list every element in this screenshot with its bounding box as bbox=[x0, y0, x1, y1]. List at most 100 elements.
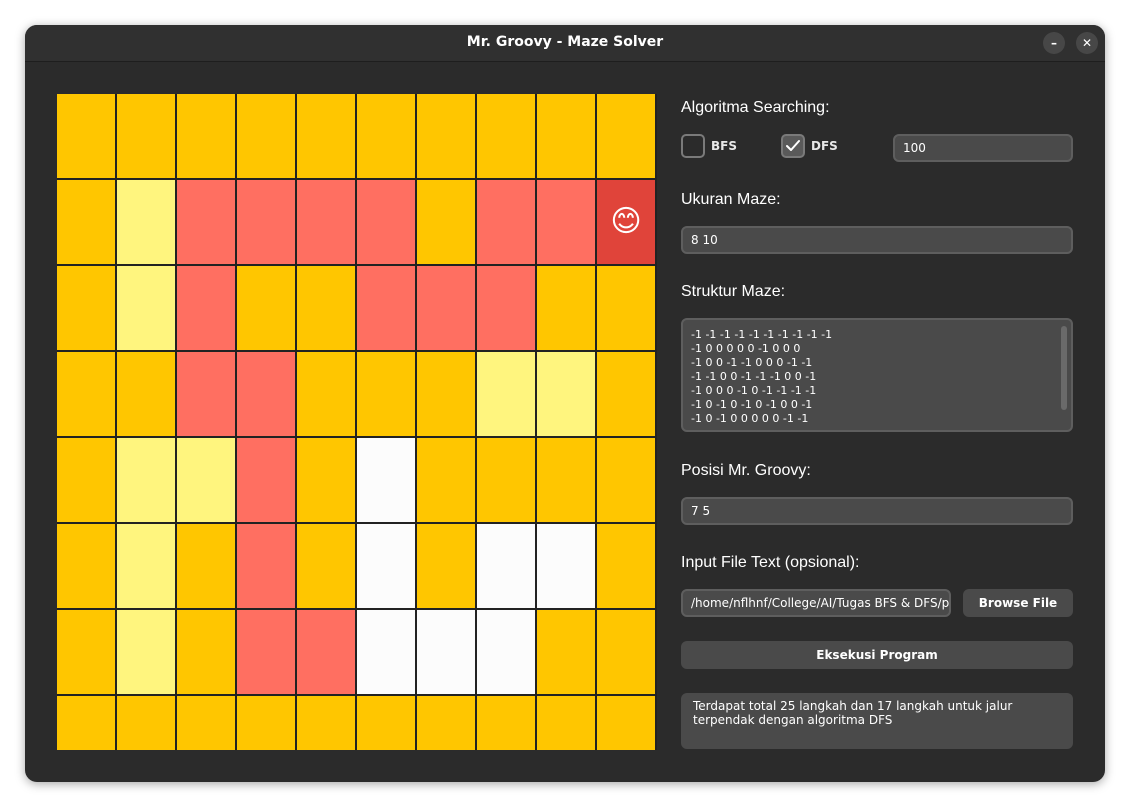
maze-cell-unvisited bbox=[57, 610, 115, 694]
maze-cell-unvisited bbox=[597, 266, 655, 350]
maze-cell-unvisited bbox=[357, 352, 415, 436]
maze-structure-textarea[interactable]: -1 -1 -1 -1 -1 -1 -1 -1 -1 -1 -1 0 0 0 0 … bbox=[681, 318, 1073, 432]
structure-line: -1 0 -1 0 -1 0 -1 0 0 -1 bbox=[691, 398, 813, 411]
maze-cell-path bbox=[237, 610, 295, 694]
dfs-label: DFS bbox=[811, 139, 838, 153]
maze-cell-unvisited bbox=[357, 94, 415, 178]
maze-cell-empty bbox=[417, 610, 475, 694]
minimize-icon: – bbox=[1051, 36, 1057, 50]
checkmark-icon bbox=[786, 140, 800, 151]
maze-cell-unvisited bbox=[237, 696, 295, 750]
close-button[interactable]: ✕ bbox=[1076, 32, 1098, 54]
maze-cell-path bbox=[417, 266, 475, 350]
maze-cell-unvisited bbox=[537, 266, 595, 350]
maze-size-input[interactable]: 8 10 bbox=[681, 226, 1073, 254]
bfs-label: BFS bbox=[711, 139, 737, 153]
maze-cell-empty bbox=[357, 610, 415, 694]
result-output: Terdapat total 25 langkah dan 17 langkah… bbox=[681, 693, 1073, 749]
maze-cell-visited bbox=[477, 352, 535, 436]
maze-cell-empty bbox=[357, 438, 415, 522]
maze-cell-empty bbox=[477, 524, 535, 608]
maze-cell-unvisited bbox=[417, 524, 475, 608]
structure-line: -1 0 0 0 0 0 -1 0 0 0 bbox=[691, 342, 801, 355]
maze-cell-path bbox=[237, 438, 295, 522]
maze-cell-unvisited bbox=[477, 94, 535, 178]
maze-cell-unvisited bbox=[597, 610, 655, 694]
maze-cell-visited bbox=[117, 266, 175, 350]
delay-input[interactable]: 100 bbox=[893, 134, 1073, 162]
maze-cell-path bbox=[297, 180, 355, 264]
title-bar: Mr. Groovy - Maze Solver – ✕ bbox=[25, 25, 1105, 62]
maze-cell-unvisited bbox=[57, 94, 115, 178]
maze-cell-unvisited bbox=[297, 438, 355, 522]
smiley-face-icon: 😊 bbox=[610, 204, 642, 239]
maze-cell-unvisited bbox=[117, 696, 175, 750]
maze-cell-path bbox=[537, 180, 595, 264]
maze-cell-unvisited bbox=[597, 524, 655, 608]
maze-cell-path bbox=[477, 180, 535, 264]
maze-cell-current: 😊 bbox=[597, 180, 655, 264]
maze-cell-unvisited bbox=[57, 180, 115, 264]
maze-cell-unvisited bbox=[537, 610, 595, 694]
maze-cell-unvisited bbox=[597, 438, 655, 522]
file-path-input[interactable]: /home/nflhnf/College/AI/Tugas BFS & DFS/… bbox=[681, 589, 951, 617]
maze-size-label: Ukuran Maze: bbox=[681, 191, 781, 208]
maze-cell-unvisited bbox=[417, 438, 475, 522]
maze-cell-unvisited bbox=[597, 696, 655, 750]
maze-cell-unvisited bbox=[297, 266, 355, 350]
maze-cell-unvisited bbox=[417, 696, 475, 750]
maze-structure-label: Struktur Maze: bbox=[681, 283, 786, 300]
maze-cell-visited bbox=[117, 610, 175, 694]
maze-cell-unvisited bbox=[117, 352, 175, 436]
maze-cell-unvisited bbox=[57, 266, 115, 350]
structure-line: -1 -1 0 0 -1 -1 -1 0 0 -1 bbox=[691, 370, 817, 383]
maze-cell-path bbox=[237, 524, 295, 608]
maze-cell-unvisited bbox=[357, 696, 415, 750]
maze-cell-path bbox=[177, 352, 235, 436]
maze-cell-unvisited bbox=[177, 94, 235, 178]
maze-cell-unvisited bbox=[177, 524, 235, 608]
structure-line: -1 0 0 0 -1 0 -1 -1 -1 -1 bbox=[691, 384, 817, 397]
maze-cell-unvisited bbox=[537, 438, 595, 522]
maze-cell-unvisited bbox=[477, 438, 535, 522]
maze-cell-unvisited bbox=[297, 94, 355, 178]
maze-cell-path bbox=[177, 180, 235, 264]
bfs-checkbox[interactable] bbox=[681, 134, 705, 158]
maze-cell-unvisited bbox=[297, 524, 355, 608]
maze-cell-empty bbox=[537, 524, 595, 608]
maze-cell-path bbox=[357, 180, 415, 264]
maze-cell-unvisited bbox=[597, 94, 655, 178]
maze-cell-path bbox=[237, 352, 295, 436]
position-label: Posisi Mr. Groovy: bbox=[681, 462, 811, 479]
maze-cell-visited bbox=[537, 352, 595, 436]
maze-cell-unvisited bbox=[417, 180, 475, 264]
structure-scrollbar[interactable] bbox=[1061, 326, 1067, 410]
maze-cell-unvisited bbox=[57, 352, 115, 436]
maze-cell-visited bbox=[117, 438, 175, 522]
maze-cell-path bbox=[477, 266, 535, 350]
app-window: Mr. Groovy - Maze Solver – ✕ 😊 Algoritma… bbox=[25, 25, 1105, 782]
maze-cell-unvisited bbox=[117, 94, 175, 178]
maze-cell-visited bbox=[117, 180, 175, 264]
dfs-checkbox[interactable] bbox=[781, 134, 805, 158]
maze-cell-unvisited bbox=[237, 266, 295, 350]
maze-cell-unvisited bbox=[477, 696, 535, 750]
position-input[interactable]: 7 5 bbox=[681, 497, 1073, 525]
maze-cell-unvisited bbox=[417, 94, 475, 178]
maze-cell-path bbox=[297, 610, 355, 694]
maze-cell-unvisited bbox=[177, 696, 235, 750]
maze-cell-unvisited bbox=[297, 352, 355, 436]
maze-cell-unvisited bbox=[417, 352, 475, 436]
file-input-label: Input File Text (opsional): bbox=[681, 554, 860, 571]
maze-cell-path bbox=[237, 180, 295, 264]
window-title: Mr. Groovy - Maze Solver bbox=[466, 34, 664, 50]
structure-line: -1 0 -1 0 0 0 0 0 -1 -1 bbox=[691, 412, 809, 425]
maze-cell-unvisited bbox=[57, 524, 115, 608]
algorithm-label: Algoritma Searching: bbox=[681, 99, 830, 116]
browse-file-button[interactable]: Browse File bbox=[963, 589, 1073, 617]
maze-cell-empty bbox=[477, 610, 535, 694]
maze-grid: 😊 bbox=[57, 94, 657, 750]
maze-cell-unvisited bbox=[537, 696, 595, 750]
execute-button[interactable]: Eksekusi Program bbox=[681, 641, 1073, 669]
minimize-button[interactable]: – bbox=[1043, 32, 1065, 54]
